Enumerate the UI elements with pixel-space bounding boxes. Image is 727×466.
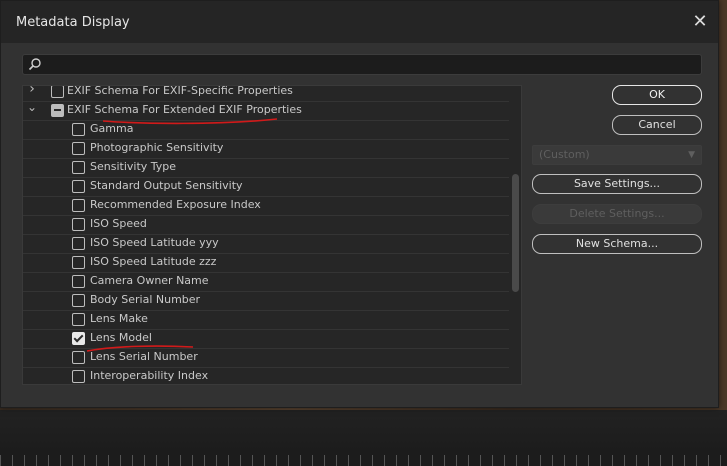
checkbox[interactable] <box>72 351 85 364</box>
tree-row-label: Recommended Exposure Index <box>90 198 261 211</box>
tree-row-label: Lens Serial Number <box>90 350 198 363</box>
tree-item-row[interactable]: Camera Owner Name <box>23 272 509 292</box>
tree-row-label: Lens Make <box>90 312 148 325</box>
checkbox[interactable] <box>72 256 85 269</box>
tree-item-row[interactable]: Lens Make <box>23 310 509 330</box>
ok-button[interactable]: OK <box>612 85 702 105</box>
tree-row-label: Photographic Sensitivity <box>90 141 224 154</box>
search-field[interactable] <box>22 54 702 75</box>
tree-row-label: Body Serial Number <box>90 293 201 306</box>
checkbox[interactable] <box>72 142 85 155</box>
metadata-tree: › EXIF Schema For EXIF-Specific Propertie… <box>22 85 522 385</box>
tree-row-label: EXIF Schema For Extended EXIF Properties <box>67 103 302 116</box>
tree-row-label: Camera Owner Name <box>90 274 209 287</box>
checkbox[interactable] <box>72 161 85 174</box>
tree-item-row[interactable]: Sensitivity Type <box>23 158 509 178</box>
checkbox[interactable] <box>72 180 85 193</box>
tree-item-row[interactable]: Recommended Exposure Index <box>23 196 509 216</box>
close-icon[interactable]: ✕ <box>690 12 710 32</box>
tree-item-row[interactable]: ISO Speed Latitude yyy <box>23 234 509 254</box>
tree-item-row[interactable]: Lens Model <box>23 329 509 349</box>
tree-item-row[interactable]: Body Serial Number <box>23 291 509 311</box>
tree-group-row[interactable]: › EXIF Schema For EXIF-Specific Propertie… <box>23 85 509 102</box>
tree-row-label: ISO Speed Latitude yyy <box>90 236 219 249</box>
tree-scrollbar[interactable] <box>512 174 519 292</box>
checkbox[interactable] <box>72 294 85 307</box>
tree-row-label: Standard Output Sensitivity <box>90 179 243 192</box>
tree-row-label: Interoperability Index <box>90 369 209 382</box>
metadata-display-dialog: Metadata Display ✕ › EXIF Schema For EXIF… <box>0 0 719 408</box>
tree-item-row[interactable]: Lens Serial Number <box>23 348 509 368</box>
tree-item-row[interactable]: ISO Speed Latitude zzz <box>23 253 509 273</box>
tree-item-row[interactable]: Standard Output Sensitivity <box>23 177 509 197</box>
checkbox[interactable] <box>72 370 85 383</box>
preset-select: (Custom) ▼ <box>532 145 702 165</box>
search-icon <box>28 58 41 71</box>
tree-row-label: EXIF Schema For EXIF-Specific Properties <box>67 85 293 97</box>
tree-item-row[interactable]: Gamma <box>23 120 509 140</box>
tree-group-row[interactable]: ⌄ EXIF Schema For Extended EXIF Propertie… <box>23 101 509 121</box>
checkbox[interactable] <box>72 218 85 231</box>
new-schema-button[interactable]: New Schema... <box>532 234 702 254</box>
chevron-down-icon: ▼ <box>688 150 695 160</box>
checkbox[interactable] <box>72 313 85 326</box>
tree-row-label: Lens Model <box>90 331 152 344</box>
tree-row-label: ISO Speed <box>90 217 147 230</box>
save-settings-button[interactable]: Save Settings... <box>532 174 702 194</box>
tree-row-label: Gamma <box>90 122 134 135</box>
tree-item-row[interactable]: ISO Speed <box>23 215 509 235</box>
tree-row-label: Sensitivity Type <box>90 160 177 173</box>
preset-select-value: (Custom) <box>539 148 590 161</box>
delete-settings-button: Delete Settings... <box>532 204 702 224</box>
tree-item-row[interactable]: Photographic Sensitivity <box>23 139 509 159</box>
chevron-down-icon[interactable]: ⌄ <box>27 101 37 113</box>
dialog-title: Metadata Display <box>16 15 130 30</box>
search-input[interactable] <box>47 55 687 74</box>
cancel-button[interactable]: Cancel <box>612 115 702 135</box>
background-ruler <box>0 455 727 466</box>
checkbox[interactable] <box>51 104 64 117</box>
checkbox[interactable] <box>72 199 85 212</box>
checkbox[interactable] <box>72 237 85 250</box>
tree-row-label: ISO Speed Latitude zzz <box>90 255 217 268</box>
tree-item-row[interactable]: Interoperability Index <box>23 367 509 384</box>
checkbox[interactable] <box>51 86 64 98</box>
chevron-right-icon[interactable]: › <box>27 86 37 96</box>
checkbox[interactable] <box>72 332 85 345</box>
checkbox[interactable] <box>72 123 85 136</box>
checkbox[interactable] <box>72 275 85 288</box>
dialog-titlebar: Metadata Display ✕ <box>1 1 718 43</box>
